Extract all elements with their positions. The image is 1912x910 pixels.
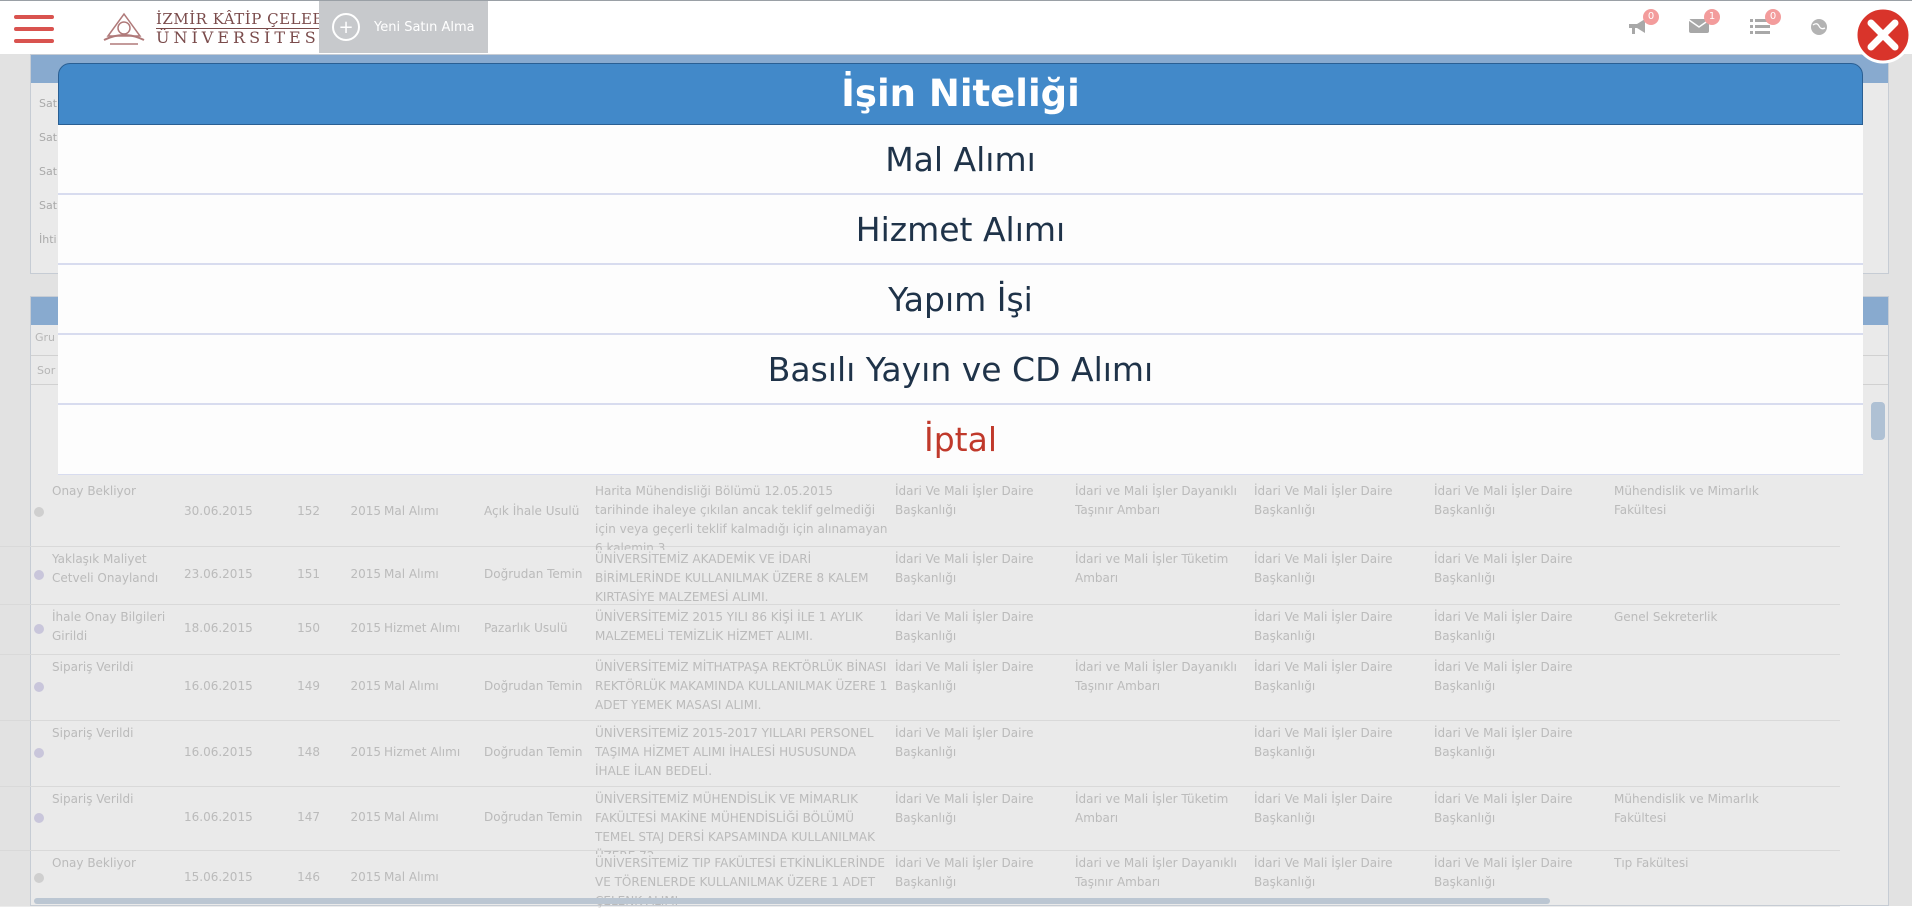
new-purchase-label: Yeni Satın Alma: [374, 19, 475, 35]
close-icon[interactable]: [1854, 6, 1912, 64]
tasks-badge: 0: [1765, 9, 1781, 25]
announcements-button[interactable]: 0: [1627, 9, 1659, 37]
tasks-button[interactable]: 0: [1749, 9, 1781, 37]
logo-line-2: ÜNİVERSİTESİ: [156, 27, 331, 47]
messages-button[interactable]: 1: [1688, 9, 1720, 37]
globe-icon: [1811, 19, 1827, 35]
announcements-badge: 0: [1643, 9, 1659, 25]
university-emblem-icon: [103, 12, 145, 45]
messages-badge: 1: [1704, 9, 1720, 25]
plus-circle-icon: +: [332, 13, 360, 41]
menu-icon[interactable]: [14, 15, 54, 43]
work-type-dialog: İşin Niteliği Mal Alımı Hizmet Alımı Yap…: [58, 63, 1863, 475]
university-logo[interactable]: İZMİR KÂTİP ÇELEBİ ÜNİVERSİTESİ: [100, 7, 331, 49]
language-button[interactable]: [1809, 17, 1833, 37]
option-print-cd-purchase[interactable]: Basılı Yayın ve CD Alımı: [58, 335, 1863, 405]
option-goods-purchase[interactable]: Mal Alımı: [58, 125, 1863, 195]
option-construction-work[interactable]: Yapım İşi: [58, 265, 1863, 335]
option-service-purchase[interactable]: Hizmet Alımı: [58, 195, 1863, 265]
logo-line-1: İZMİR KÂTİP ÇELEBİ: [156, 9, 331, 28]
new-purchase-button[interactable]: + Yeni Satın Alma: [319, 1, 488, 53]
cancel-button[interactable]: İptal: [58, 405, 1863, 475]
top-bar: İZMİR KÂTİP ÇELEBİ ÜNİVERSİTESİ + Yeni S…: [0, 0, 1912, 54]
dialog-title: İşin Niteliği: [58, 63, 1863, 125]
